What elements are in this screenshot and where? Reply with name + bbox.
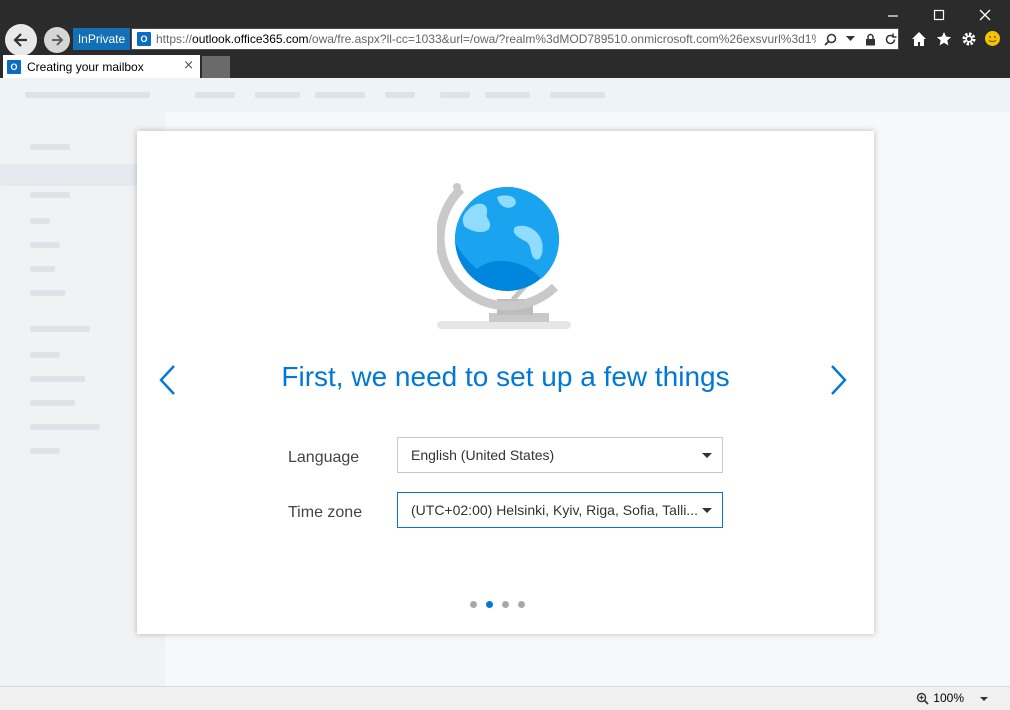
favorites-button[interactable] (933, 28, 955, 50)
tools-button[interactable] (958, 28, 980, 50)
inprivate-badge[interactable]: InPrivate (73, 28, 130, 50)
chevron-right-icon[interactable] (827, 363, 849, 397)
maximize-icon (933, 9, 945, 21)
close-window-button[interactable] (962, 2, 1008, 28)
star-icon (936, 32, 952, 46)
zoom-control[interactable]: 100% (916, 691, 964, 705)
timezone-label: Time zone (288, 504, 363, 521)
new-tab-button[interactable] (202, 56, 230, 78)
zoom-icon (917, 692, 929, 705)
smiley-icon[interactable] (985, 31, 1000, 46)
pager-dot-4[interactable] (518, 601, 525, 608)
address-bar[interactable]: O https://outlook.office365.com/owa/fre.… (131, 28, 899, 50)
tab-title: Creating your mailbox (27, 59, 144, 74)
home-button[interactable] (908, 28, 930, 50)
language-label: Language (288, 449, 360, 466)
url-text[interactable]: https://outlook.office365.com/owa/fre.as… (156, 32, 816, 46)
home-icon (912, 32, 926, 46)
chevron-down-icon (702, 508, 712, 513)
outlook-icon: O (137, 32, 151, 46)
language-value: English (United States) (411, 447, 555, 463)
back-button[interactable] (5, 24, 37, 56)
tab-creating-mailbox[interactable]: O Creating your mailbox × (3, 55, 200, 78)
pager-dot-2[interactable] (486, 601, 493, 608)
dropdown-icon[interactable] (842, 31, 858, 47)
status-bar: 100% (0, 686, 1010, 710)
refresh-icon[interactable] (882, 31, 898, 47)
owa-topbar (0, 78, 1010, 112)
language-select[interactable]: English (United States) (397, 437, 723, 473)
timezone-select[interactable]: (UTC+02:00) Helsinki, Kyiv, Riga, Sofia,… (397, 492, 723, 528)
pager-dots (470, 601, 525, 608)
timezone-value: (UTC+02:00) Helsinki, Kyiv, Riga, Sofia,… (411, 502, 698, 518)
globe-illustration (437, 183, 571, 329)
maximize-button[interactable] (916, 2, 962, 28)
outlook-tab-icon: O (7, 59, 21, 74)
dialog-heading: First, we need to set up a few things (281, 361, 730, 392)
close-icon (979, 9, 991, 21)
tab-close-icon[interactable]: × (183, 58, 194, 73)
zoom-dropdown-icon[interactable] (980, 697, 988, 701)
gear-icon (962, 32, 976, 46)
pager-dot-1[interactable] (470, 601, 477, 608)
forward-button[interactable] (44, 27, 70, 53)
browser-chrome: InPrivate O https://outlook.office365.co… (0, 0, 1010, 78)
pager-dot-3[interactable] (502, 601, 509, 608)
back-arrow-icon (13, 33, 27, 47)
chevron-left-icon[interactable] (157, 363, 179, 397)
forward-arrow-icon (52, 34, 64, 46)
minimize-icon (888, 15, 898, 17)
zoom-level: 100% (933, 691, 964, 705)
lock-icon[interactable] (862, 31, 878, 47)
chevron-down-icon (702, 453, 712, 458)
minimize-button[interactable] (870, 2, 916, 28)
search-icon[interactable] (822, 31, 838, 47)
setup-dialog: First, we need to set up a few things La… (137, 131, 874, 634)
